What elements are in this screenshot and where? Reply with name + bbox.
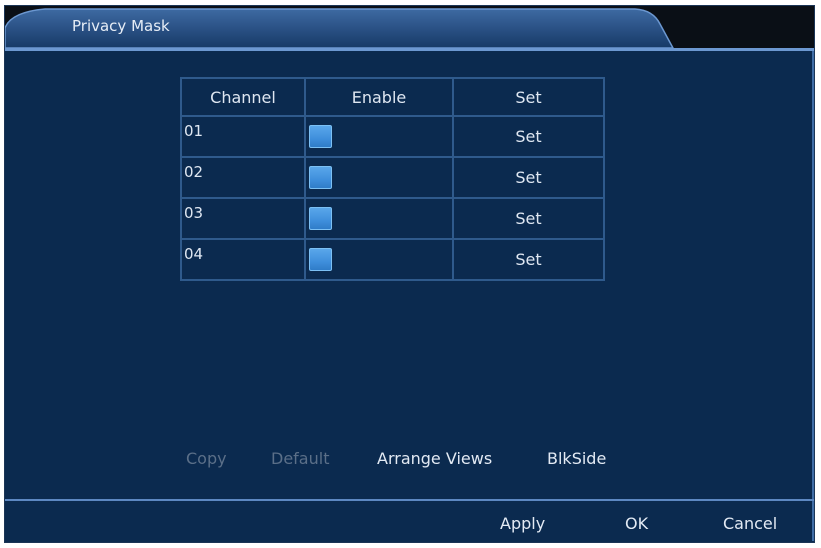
privacy-mask-dialog: Privacy Mask Channel Enable Set 01 Set 0…: [4, 5, 815, 543]
table-row: 03 Set: [180, 197, 605, 240]
page-title: Privacy Mask: [72, 17, 170, 35]
blkside-button[interactable]: BlkSide: [547, 449, 606, 468]
enable-checkbox[interactable]: [309, 125, 332, 148]
set-button[interactable]: Set: [452, 197, 605, 240]
channel-cell: 01: [180, 115, 306, 158]
enable-checkbox[interactable]: [309, 166, 332, 189]
footer-divider: [5, 499, 814, 501]
enable-checkbox[interactable]: [309, 248, 332, 271]
cancel-button[interactable]: Cancel: [723, 514, 777, 533]
enable-cell: [304, 197, 454, 240]
table-header-row: Channel Enable Set: [180, 77, 605, 117]
arrange-views-button[interactable]: Arrange Views: [377, 449, 492, 468]
column-header-enable: Enable: [304, 77, 454, 117]
enable-cell: [304, 156, 454, 199]
channel-cell: 03: [180, 197, 306, 240]
channel-cell: 04: [180, 238, 306, 281]
default-button[interactable]: Default: [271, 449, 329, 468]
column-header-set: Set: [452, 77, 605, 117]
channel-cell: 02: [180, 156, 306, 199]
enable-cell: [304, 238, 454, 281]
window-edge: [812, 51, 814, 541]
copy-button[interactable]: Copy: [186, 449, 227, 468]
title-bar: Privacy Mask: [5, 6, 814, 48]
set-button[interactable]: Set: [452, 115, 605, 158]
apply-button[interactable]: Apply: [500, 514, 545, 533]
set-button[interactable]: Set: [452, 238, 605, 281]
ok-button[interactable]: OK: [625, 514, 648, 533]
table-row: 01 Set: [180, 115, 605, 158]
table-row: 04 Set: [180, 238, 605, 281]
set-button[interactable]: Set: [452, 156, 605, 199]
title-tab: Privacy Mask: [5, 6, 675, 48]
enable-checkbox[interactable]: [309, 207, 332, 230]
table-row: 02 Set: [180, 156, 605, 199]
enable-cell: [304, 115, 454, 158]
title-divider: [5, 48, 814, 51]
column-header-channel: Channel: [180, 77, 306, 117]
privacy-mask-table: Channel Enable Set 01 Set 02 Set 03 Set: [180, 77, 605, 281]
